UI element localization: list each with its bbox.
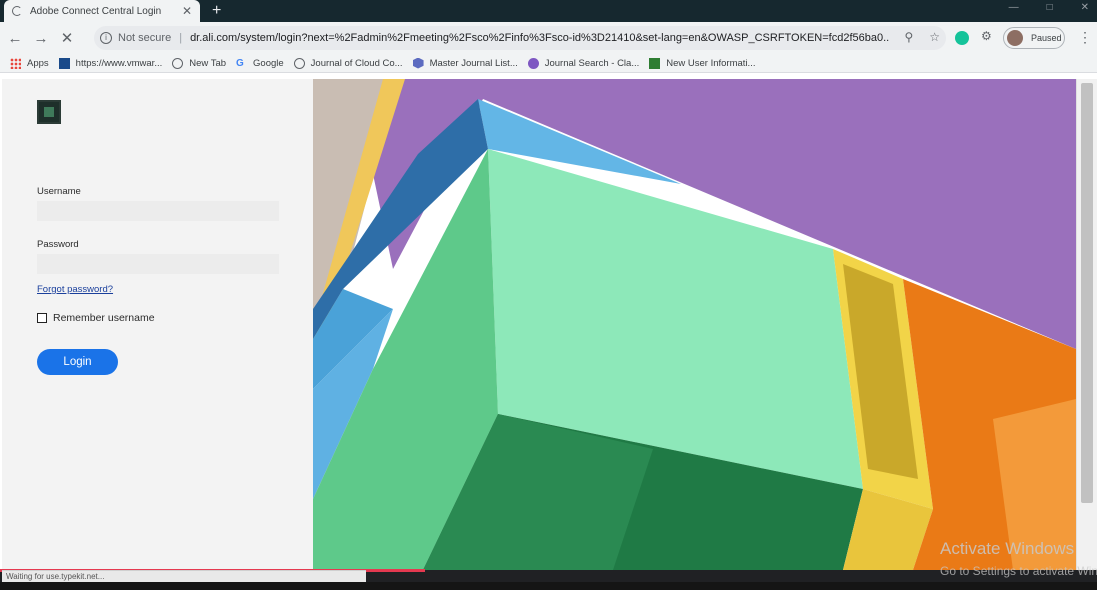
forward-icon[interactable]: → — [30, 30, 52, 47]
login-panel: Username Password Forgot password? Remem… — [2, 79, 313, 570]
page-content: Username Password Forgot password? Remem… — [0, 73, 1097, 570]
close-window-icon[interactable]: ✕ — [1081, 2, 1089, 13]
star-icon[interactable]: ☆ — [929, 30, 940, 44]
username-input[interactable] — [37, 201, 279, 221]
remember-username-checkbox[interactable] — [37, 313, 47, 323]
google-icon: G — [236, 57, 244, 69]
journal-search-icon — [527, 57, 539, 69]
hero-geometric-illustration — [313, 79, 1076, 570]
security-label[interactable]: Not secure — [118, 32, 171, 44]
bookmark-label: Journal of Cloud Co... — [310, 57, 403, 69]
bookmark-label: New User Informati... — [666, 57, 756, 69]
page-scrollbar[interactable] — [1076, 79, 1097, 570]
maximize-icon[interactable]: □ — [1047, 2, 1053, 13]
bookmark-label: Apps — [27, 57, 49, 69]
extensions-puzzle-icon[interactable]: ⚙ — [981, 29, 992, 43]
omnibox-actions: ⚲ ☆ — [904, 30, 940, 44]
profile-status: Paused — [1031, 33, 1062, 43]
info-icon[interactable]: i — [100, 32, 112, 44]
browser-toolbar: ← → ✕ i Not secure | dr.ali.com/system/l… — [0, 22, 1097, 54]
bookmark-journal-cloud[interactable]: Journal of Cloud Co... — [293, 57, 403, 69]
activate-windows-watermark: Activate Windows — [940, 539, 1075, 558]
bookmark-journal-search[interactable]: Journal Search - Cla... — [527, 57, 640, 69]
login-button[interactable]: Login — [37, 349, 118, 375]
grammarly-extension-icon[interactable] — [955, 31, 969, 45]
more-menu-icon[interactable]: ⋮ — [1078, 29, 1092, 46]
bookmark-google[interactable]: G Google — [236, 58, 284, 69]
forgot-password-link[interactable]: Forgot password? — [37, 284, 113, 295]
scrollbar-thumb[interactable] — [1081, 83, 1093, 503]
stop-loading-icon[interactable]: ✕ — [56, 29, 78, 47]
globe-icon — [172, 57, 184, 69]
minimize-icon[interactable]: — — [1009, 2, 1019, 13]
globe-icon — [293, 57, 305, 69]
avatar — [1007, 30, 1023, 46]
close-tab-icon[interactable]: ✕ — [182, 4, 192, 18]
tab-strip: Adobe Connect Central Login ✕ + — □ ✕ — [0, 0, 1097, 22]
password-input[interactable] — [37, 254, 279, 274]
tab-adobe-connect[interactable]: Adobe Connect Central Login ✕ — [4, 0, 200, 22]
tab-title: Adobe Connect Central Login — [30, 5, 162, 17]
key-icon[interactable]: ⚲ — [904, 30, 913, 44]
adobe-connect-logo-icon — [37, 100, 61, 124]
new-tab-button[interactable]: + — [212, 1, 221, 21]
vmware-icon — [58, 57, 70, 69]
url-text[interactable]: dr.ali.com/system/login?next=%2Fadmin%2F… — [190, 32, 890, 44]
hero-image — [313, 79, 1076, 570]
bookmark-apps[interactable]: Apps — [10, 57, 49, 69]
bookmark-master-journal[interactable]: Master Journal List... — [412, 57, 518, 69]
address-bar[interactable]: i Not secure | dr.ali.com/system/login?n… — [94, 26, 946, 50]
apps-icon — [10, 57, 21, 69]
username-label: Username — [37, 186, 81, 197]
window-controls: — □ ✕ — [1009, 2, 1089, 13]
status-bar: Waiting for use.typekit.net... — [2, 570, 366, 582]
bookmark-label: https://www.vmwar... — [75, 57, 163, 69]
new-user-icon — [649, 57, 661, 69]
bookmark-label: Google — [253, 57, 284, 69]
bookmark-label: Master Journal List... — [429, 57, 518, 69]
bookmark-label: New Tab — [189, 57, 227, 69]
remember-username[interactable]: Remember username — [37, 312, 155, 324]
bookmark-new-tab[interactable]: New Tab — [172, 57, 227, 69]
loading-spinner-icon — [12, 6, 22, 16]
profile-button[interactable]: Paused — [1003, 27, 1065, 49]
bookmarks-bar: Apps https://www.vmwar... New Tab G Goog… — [0, 54, 1097, 73]
activate-windows-subtext: Go to Settings to activate Windows. — [940, 564, 1097, 578]
remember-username-label: Remember username — [53, 312, 155, 324]
bookmark-new-user[interactable]: New User Informati... — [649, 57, 756, 69]
bookmark-label: Journal Search - Cla... — [544, 57, 640, 69]
password-label: Password — [37, 239, 79, 250]
back-icon[interactable]: ← — [4, 30, 26, 47]
url-separator: | — [179, 32, 183, 44]
master-journal-icon — [412, 57, 424, 69]
bookmark-vmware[interactable]: https://www.vmwar... — [58, 57, 163, 69]
bottom-strip — [0, 582, 1097, 590]
